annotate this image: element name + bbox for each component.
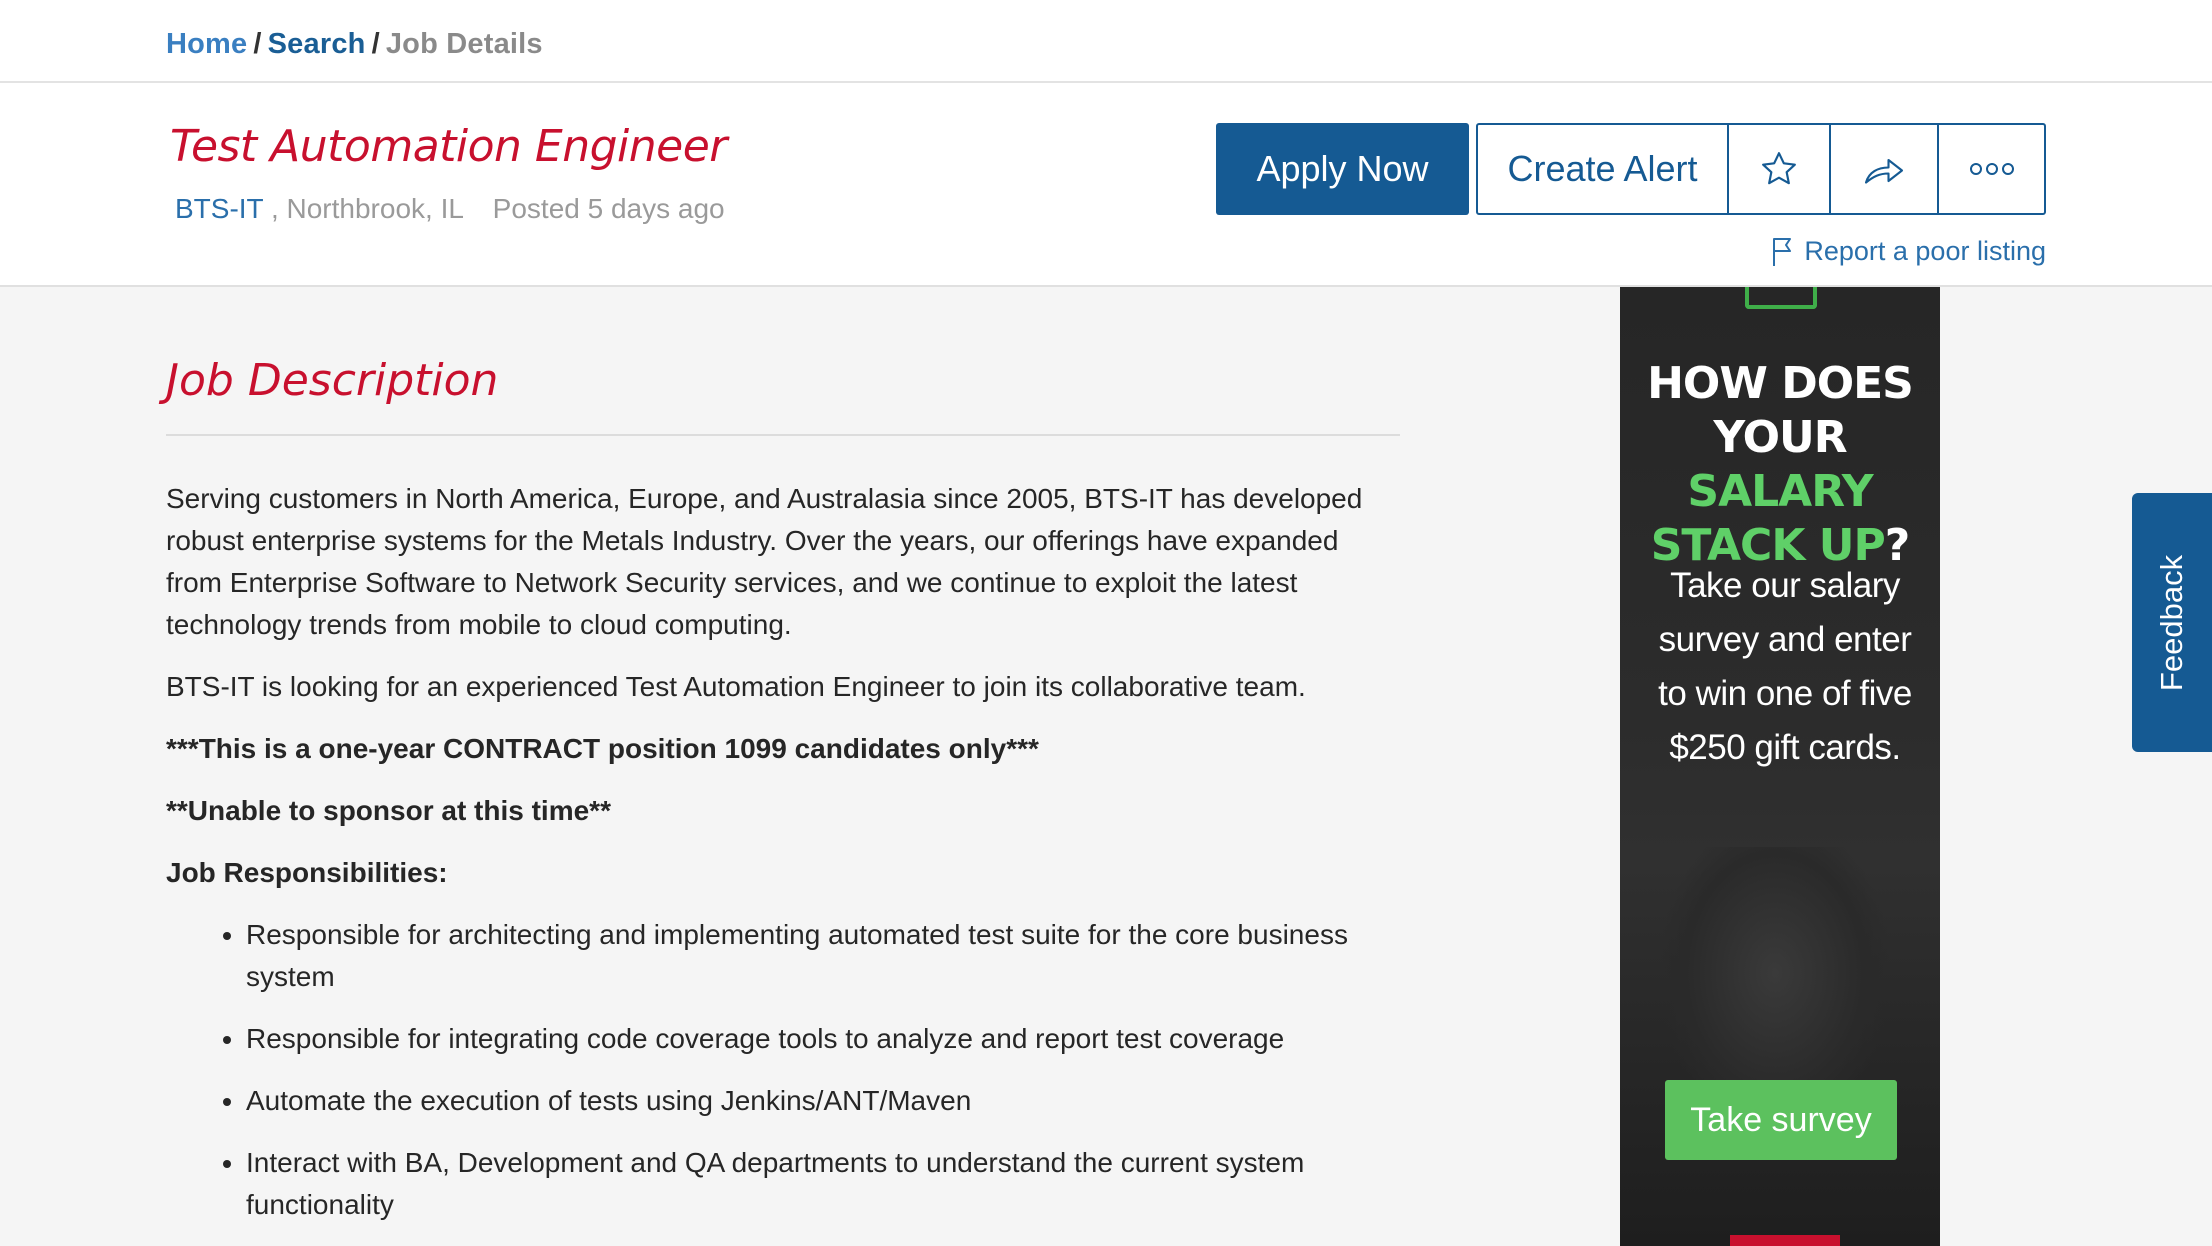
star-icon bbox=[1762, 152, 1796, 185]
description-paragraph: Serving customers in North America, Euro… bbox=[166, 483, 1363, 640]
ad-headline-line2: YOUR SALARY bbox=[1620, 411, 1940, 519]
responsibilities-heading: Job Responsibilities: bbox=[166, 857, 448, 888]
feedback-label: Feedback bbox=[2154, 554, 2189, 692]
breadcrumb-search-link[interactable]: Search bbox=[268, 28, 366, 60]
flag-icon bbox=[1773, 237, 1792, 266]
breadcrumb-separator: / bbox=[371, 28, 380, 60]
take-survey-button[interactable]: Take survey bbox=[1665, 1080, 1897, 1160]
list-item: Responsible for architecting and impleme… bbox=[246, 914, 1396, 998]
apply-now-button[interactable]: Apply Now bbox=[1216, 123, 1469, 215]
share-button[interactable] bbox=[1829, 125, 1937, 213]
save-job-button[interactable] bbox=[1727, 125, 1829, 213]
posted-date: Posted 5 days ago bbox=[492, 193, 725, 224]
company-link[interactable]: BTS-IT bbox=[175, 193, 263, 224]
more-icon bbox=[1969, 163, 2014, 175]
list-item: Interact with BA, Development and QA dep… bbox=[246, 1142, 1396, 1226]
job-actions: Apply Now Create Alert bbox=[1216, 123, 2046, 215]
job-description-content: Serving customers in North America, Euro… bbox=[166, 478, 1396, 1246]
section-divider bbox=[166, 434, 1400, 436]
create-alert-button[interactable]: Create Alert bbox=[1478, 125, 1727, 213]
contract-note: ***This is a one-year CONTRACT position … bbox=[166, 733, 1039, 764]
sponsor-note: **Unable to sponsor at this time** bbox=[166, 795, 611, 826]
job-description-heading: Job Description bbox=[166, 355, 499, 406]
share-icon bbox=[1864, 158, 1904, 184]
ad-headline-highlight: SALARY bbox=[1687, 466, 1873, 517]
responsibilities-list: Responsible for architecting and impleme… bbox=[166, 914, 1396, 1226]
ad-headline-line1: HOW DOES bbox=[1647, 358, 1914, 409]
ad-logo-mark bbox=[1745, 287, 1817, 309]
breadcrumb: Home / Search / Job Details bbox=[166, 28, 543, 61]
report-listing-link[interactable]: Report a poor listing bbox=[1772, 236, 2046, 267]
more-options-button[interactable] bbox=[1937, 125, 2044, 213]
feedback-tab[interactable]: Feedback bbox=[2132, 493, 2212, 752]
breadcrumb-home-link[interactable]: Home bbox=[166, 28, 247, 60]
ad-bottom-accent bbox=[1730, 1235, 1840, 1246]
breadcrumb-separator: / bbox=[253, 28, 262, 60]
job-meta: BTS-IT , Northbrook, IL Posted 5 days ag… bbox=[175, 193, 725, 225]
job-location: Northbrook, IL bbox=[286, 193, 463, 224]
ad-headline: HOW DOES YOUR SALARY STACK UP? bbox=[1620, 357, 1940, 573]
report-listing-label: Report a poor listing bbox=[1804, 236, 2046, 266]
breadcrumb-bar: Home / Search / Job Details bbox=[0, 0, 2212, 83]
salary-survey-ad[interactable]: HOW DOES YOUR SALARY STACK UP? Take our … bbox=[1620, 287, 1940, 1246]
action-button-group: Create Alert bbox=[1476, 123, 2046, 215]
breadcrumb-current: Job Details bbox=[385, 28, 543, 60]
description-paragraph: BTS-IT is looking for an experienced Tes… bbox=[166, 671, 1306, 702]
ad-headline-text: YOUR bbox=[1713, 412, 1847, 463]
list-item: Responsible for integrating code coverag… bbox=[246, 1018, 1396, 1060]
job-title: Test Automation Engineer bbox=[170, 121, 727, 172]
location-separator: , bbox=[270, 193, 279, 224]
list-item: Automate the execution of tests using Je… bbox=[246, 1080, 1396, 1122]
job-header: Test Automation Engineer BTS-IT , Northb… bbox=[0, 83, 2212, 287]
ad-body-text: Take our salary survey and enter to win … bbox=[1658, 566, 1912, 767]
